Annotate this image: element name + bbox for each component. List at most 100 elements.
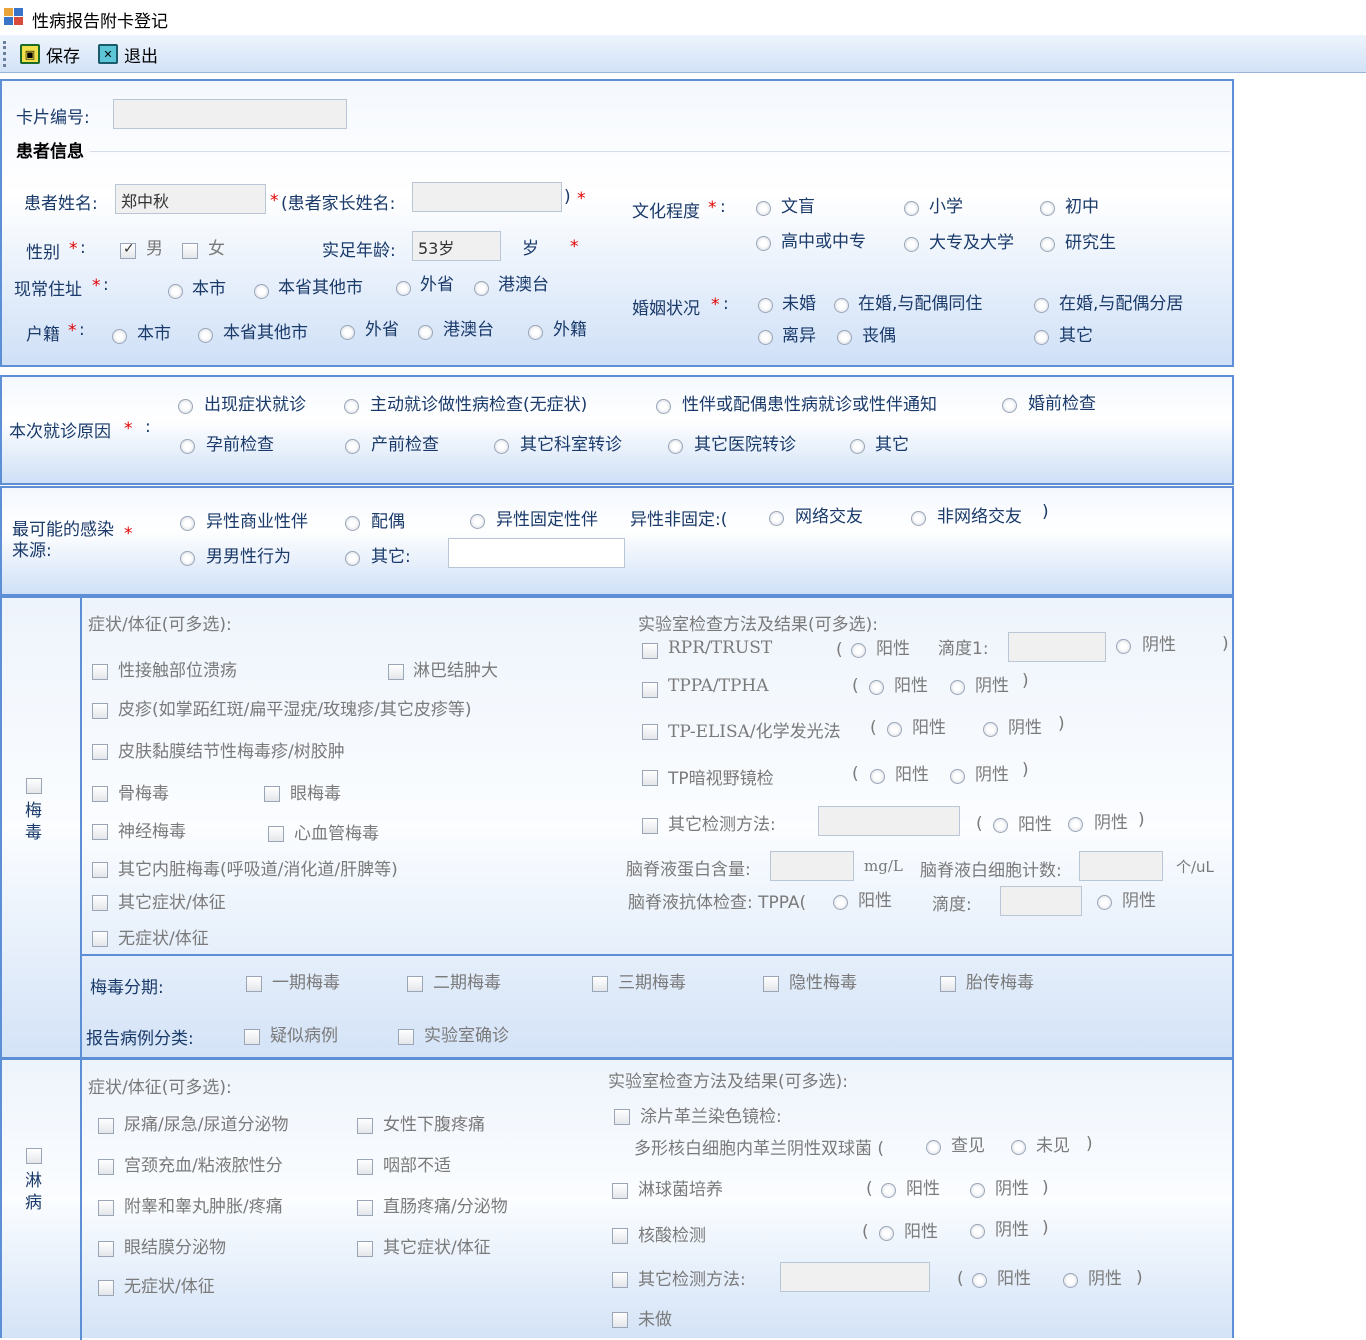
address-radio-4[interactable]: [474, 281, 489, 296]
address-radio-3[interactable]: [396, 281, 411, 296]
register-radio-1[interactable]: [112, 329, 127, 344]
gon-other-pos-radio[interactable]: [972, 1273, 987, 1288]
source-radio-1[interactable]: [180, 516, 195, 531]
syphilis-sym-checkbox-9[interactable]: [92, 862, 108, 878]
marriage-radio-1[interactable]: [758, 298, 773, 313]
register-radio-5[interactable]: [528, 325, 543, 340]
syphilis-checkbox[interactable]: [26, 778, 42, 794]
syphilis-sym-checkbox-3[interactable]: [92, 703, 108, 719]
address-radio-1[interactable]: [168, 284, 183, 299]
dark-field-checkbox[interactable]: [642, 770, 658, 786]
education-radio-1[interactable]: [756, 201, 771, 216]
tppa-neg-radio[interactable]: [950, 680, 965, 695]
net-friend-radio[interactable]: [769, 511, 784, 526]
class-checkbox-2[interactable]: [398, 1029, 414, 1045]
visit-radio-9[interactable]: [850, 439, 865, 454]
parent-name-input[interactable]: [412, 182, 562, 212]
syphilis-sym-checkbox-7[interactable]: [92, 824, 108, 840]
source-radio-3[interactable]: [470, 514, 485, 529]
csf-neg-radio[interactable]: [1097, 895, 1112, 910]
elisa-neg-radio[interactable]: [983, 722, 998, 737]
sex-female-checkbox[interactable]: [182, 243, 198, 259]
gon-sym-checkbox-7[interactable]: [98, 1241, 114, 1257]
syphilis-sym-checkbox-4[interactable]: [92, 744, 108, 760]
gon-sym-checkbox-8[interactable]: [357, 1241, 373, 1257]
marriage-radio-2[interactable]: [834, 298, 849, 313]
syphilis-other-pos-radio[interactable]: [993, 818, 1008, 833]
exit-button[interactable]: ✕ 退出: [98, 41, 158, 67]
gon-other-method-checkbox[interactable]: [612, 1272, 628, 1288]
gon-sym-checkbox-9[interactable]: [98, 1280, 114, 1296]
syphilis-sym-checkbox-6[interactable]: [264, 786, 280, 802]
source-radio-5[interactable]: [345, 551, 360, 566]
save-button[interactable]: ▣ 保存: [20, 41, 80, 67]
visit-radio-8[interactable]: [668, 439, 683, 454]
non-net-friend-radio[interactable]: [911, 511, 926, 526]
culture-pos-radio[interactable]: [881, 1183, 896, 1198]
card-no-input[interactable]: [113, 99, 347, 129]
education-radio-3[interactable]: [1040, 201, 1055, 216]
gonorrhea-checkbox[interactable]: [26, 1148, 42, 1164]
education-radio-4[interactable]: [756, 236, 771, 251]
visit-radio-6[interactable]: [345, 439, 360, 454]
not-done-checkbox[interactable]: [612, 1312, 628, 1328]
gon-sym-checkbox-1[interactable]: [98, 1118, 114, 1134]
dark-field-pos-radio[interactable]: [870, 769, 885, 784]
name-input[interactable]: 郑中秋: [115, 184, 266, 214]
culture-checkbox[interactable]: [612, 1183, 628, 1199]
education-radio-2[interactable]: [904, 201, 919, 216]
stage-checkbox-3[interactable]: [592, 976, 608, 992]
visit-radio-2[interactable]: [344, 399, 359, 414]
rpr-neg-radio[interactable]: [1116, 639, 1131, 654]
tppa-pos-radio[interactable]: [869, 680, 884, 695]
syphilis-sym-checkbox-10[interactable]: [92, 895, 108, 911]
address-radio-2[interactable]: [254, 284, 269, 299]
marriage-radio-3[interactable]: [1034, 298, 1049, 313]
rpr-checkbox[interactable]: [642, 643, 658, 659]
nucleic-neg-radio[interactable]: [970, 1224, 985, 1239]
gon-sym-checkbox-5[interactable]: [98, 1200, 114, 1216]
smear-unseen-radio[interactable]: [1011, 1140, 1026, 1155]
visit-radio-5[interactable]: [180, 439, 195, 454]
register-radio-2[interactable]: [198, 328, 213, 343]
visit-radio-3[interactable]: [656, 399, 671, 414]
register-radio-4[interactable]: [418, 325, 433, 340]
visit-radio-4[interactable]: [1002, 398, 1017, 413]
visit-radio-7[interactable]: [494, 439, 509, 454]
elisa-checkbox[interactable]: [642, 724, 658, 740]
marriage-radio-4[interactable]: [758, 330, 773, 345]
csf-pos-radio[interactable]: [833, 895, 848, 910]
culture-neg-radio[interactable]: [970, 1183, 985, 1198]
syphilis-sym-checkbox-2[interactable]: [388, 664, 404, 680]
class-checkbox-1[interactable]: [244, 1029, 260, 1045]
education-radio-5[interactable]: [904, 237, 919, 252]
sex-male-checkbox[interactable]: [120, 241, 136, 259]
tppa-checkbox[interactable]: [642, 682, 658, 698]
marriage-radio-5[interactable]: [837, 330, 852, 345]
age-input[interactable]: 53岁: [412, 231, 501, 261]
elisa-pos-radio[interactable]: [887, 722, 902, 737]
visit-radio-1[interactable]: [178, 399, 193, 414]
smear-checkbox[interactable]: [614, 1109, 630, 1125]
syphilis-sym-checkbox-1[interactable]: [92, 664, 108, 680]
smear-seen-radio[interactable]: [926, 1140, 941, 1155]
gon-other-neg-radio[interactable]: [1063, 1273, 1078, 1288]
csf-titer-input[interactable]: [1000, 886, 1082, 916]
syphilis-other-method-checkbox[interactable]: [642, 818, 658, 834]
education-radio-6[interactable]: [1040, 237, 1055, 252]
csf-protein-input[interactable]: [770, 851, 854, 881]
source-radio-2[interactable]: [345, 516, 360, 531]
rpr-titer-input[interactable]: [1008, 632, 1106, 662]
syphilis-other-method-input[interactable]: [818, 806, 960, 836]
marriage-radio-6[interactable]: [1034, 330, 1049, 345]
syphilis-sym-checkbox-5[interactable]: [92, 786, 108, 802]
stage-checkbox-5[interactable]: [940, 976, 956, 992]
gon-sym-checkbox-2[interactable]: [357, 1118, 373, 1134]
source-other-input[interactable]: [448, 538, 625, 568]
gon-sym-checkbox-4[interactable]: [357, 1159, 373, 1175]
syphilis-other-neg-radio[interactable]: [1068, 817, 1083, 832]
stage-checkbox-1[interactable]: [246, 976, 262, 992]
nucleic-pos-radio[interactable]: [879, 1226, 894, 1241]
csf-wbc-input[interactable]: [1079, 851, 1163, 881]
stage-checkbox-4[interactable]: [763, 976, 779, 992]
